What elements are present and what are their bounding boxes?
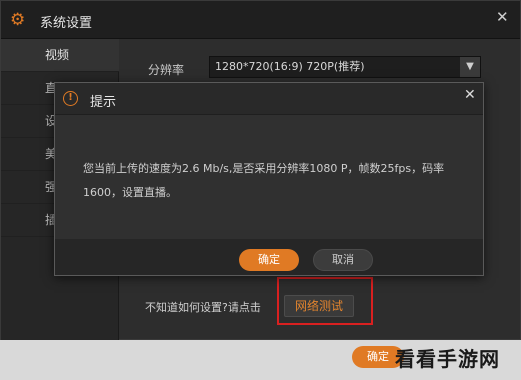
help-text: 不知道如何设置?请点击 (145, 301, 261, 314)
window-close-button[interactable]: ✕ (496, 8, 509, 26)
info-icon: ! (63, 91, 78, 106)
network-test-button[interactable]: 网络测试 (284, 295, 354, 317)
dialog-header: ! 提示 ✕ (55, 83, 483, 115)
prompt-dialog: ! 提示 ✕ 您当前上传的速度为2.6 Mb/s,是否采用分辨率1080 P，帧… (54, 82, 484, 276)
dialog-title: 提示 (90, 95, 117, 110)
title-bar: ⚙ 系统设置 ✕ (1, 1, 520, 39)
resolution-select[interactable]: 1280*720(16:9) 720P(推荐) ▼ (209, 56, 481, 78)
dialog-close-button[interactable]: ✕ (464, 87, 476, 103)
sidebar-item-video[interactable]: 视频 (1, 39, 119, 72)
gear-icon: ⚙ (10, 10, 26, 30)
watermark: 看看手游网 (395, 347, 500, 371)
resolution-label: 分辨率 (148, 63, 185, 77)
chevron-down-icon[interactable]: ▼ (460, 57, 480, 77)
window-title: 系统设置 (40, 16, 93, 31)
dialog-ok-button[interactable]: 确定 (239, 249, 299, 271)
resolution-value: 1280*720(16:9) 720P(推荐) (215, 60, 365, 73)
dialog-message: 您当前上传的速度为2.6 Mb/s,是否采用分辨率1080 P，帧数25fps，… (83, 162, 445, 199)
dialog-cancel-button[interactable]: 取消 (313, 249, 373, 271)
